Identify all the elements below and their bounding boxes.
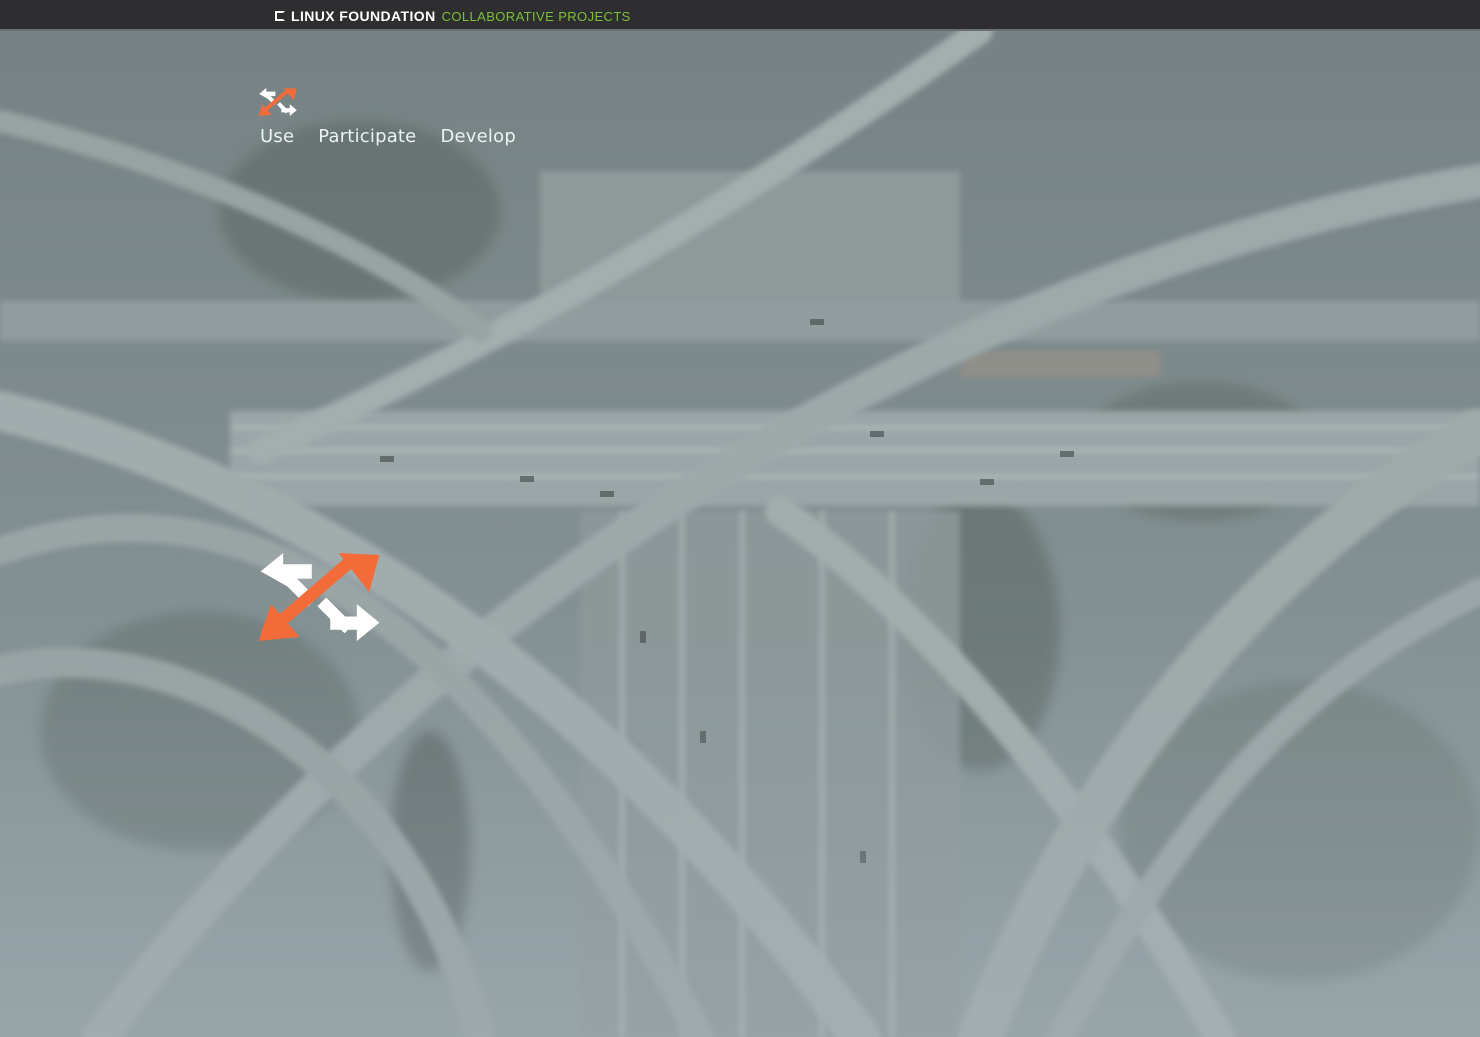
nav-participate[interactable]: Participate xyxy=(318,126,416,147)
nav-use[interactable]: Use xyxy=(260,126,294,147)
swap-arrows-logo-icon[interactable] xyxy=(258,88,298,116)
linux-foundation-brand[interactable]: LINUX FOUNDATION COLLABORATIVE PROJECTS xyxy=(275,8,631,24)
linux-foundation-bar: LINUX FOUNDATION COLLABORATIVE PROJECTS xyxy=(0,0,1480,31)
linux-foundation-mark-icon xyxy=(275,11,285,21)
swap-arrows-logo-icon xyxy=(258,553,380,641)
hero-background-image xyxy=(0,31,1480,1037)
nav-develop[interactable]: Develop xyxy=(440,126,516,147)
collaborative-projects-link[interactable]: COLLABORATIVE PROJECTS xyxy=(442,9,631,24)
linux-foundation-link[interactable]: LINUX FOUNDATION xyxy=(291,8,436,24)
primary-nav: Use Participate Develop xyxy=(260,126,516,147)
